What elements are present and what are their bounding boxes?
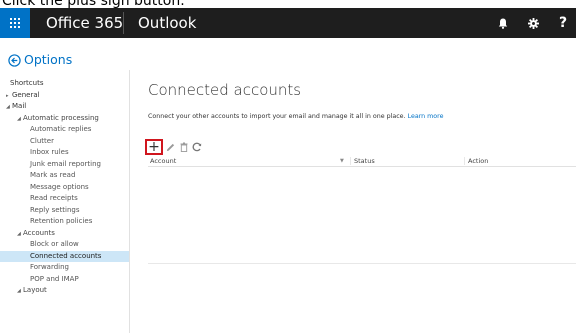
top-bar: Office 365 Outlook ? [0,8,576,38]
settings-button[interactable] [518,8,548,38]
nav-item-label: Message options [30,182,89,191]
column-separator [350,157,351,165]
options-title: Options [24,52,73,67]
app-title[interactable]: Outlook [138,8,196,38]
nav-item[interactable]: Mark as read [0,170,130,182]
nav-item[interactable]: ◢ Layout [0,285,130,297]
nav-item[interactable]: Junk email reporting [0,159,130,171]
nav-item-label: Junk email reporting [30,159,101,168]
nav-item[interactable]: Block or allow [0,239,130,251]
nav-item-label: Block or allow [30,240,79,248]
column-separator [464,157,465,165]
nav-item-label: General [12,90,40,99]
nav-item-label: Layout [23,286,47,294]
learn-more-link[interactable]: Learn more [408,113,444,120]
delete-button[interactable] [178,141,189,153]
nav-item[interactable]: ◢ Mail [0,101,130,113]
nav-item[interactable]: Retention policies [0,216,130,228]
brand-name[interactable]: Office 365 [46,8,123,38]
refresh-button[interactable] [191,141,202,153]
nav-item-label: Read receipts [30,194,78,202]
nav-item-label: Automatic processing [23,113,99,122]
accounts-toolbar: + [145,139,202,155]
add-account-button[interactable]: + [145,139,163,155]
nav-item-label: POP and IMAP [30,274,79,283]
accounts-table-header: Account ▼ Status Action [148,156,576,167]
nav-item[interactable]: Message options [0,182,130,194]
nav-item-label: Mail [12,102,27,110]
options-back-link[interactable]: Options [8,52,72,68]
nav-item-label: Retention policies [30,217,93,225]
options-navigation: Shortcuts ▸ General ◢ Mail ◢ Automatic process… [0,78,130,297]
page-description: Connect your other accounts to import yo… [148,112,443,122]
column-status[interactable]: Status [354,156,375,166]
nav-item-label: Connected accounts [30,251,102,260]
nav-item-label: Mark as read [30,171,76,179]
nav-item-label: Shortcuts [10,79,44,87]
nav-item[interactable]: Inbox rules [0,147,130,159]
edit-button[interactable] [165,141,176,153]
trash-icon [180,142,187,152]
nav-item[interactable]: POP and IMAP [0,274,130,286]
description-text: Connect your other accounts to import yo… [148,113,406,120]
nav-item-label: Clutter [30,136,54,145]
page-title: Connected accounts [148,81,302,99]
app-launcher-button[interactable] [0,8,30,38]
nav-item[interactable]: Shortcuts [0,78,130,90]
column-account[interactable]: Account [150,156,176,166]
column-action[interactable]: Action [468,156,488,166]
nav-item[interactable]: Read receipts [0,193,130,205]
help-button[interactable]: ? [548,8,576,38]
nav-item-label: Accounts [23,228,55,237]
nav-item[interactable]: ▸ General [0,90,130,102]
topbar-separator [123,12,124,34]
notifications-button[interactable] [488,8,518,38]
table-bottom-border [148,263,576,264]
waffle-icon [10,18,20,28]
back-arrow-icon [8,53,21,67]
nav-item[interactable]: ◢ Accounts [0,228,130,240]
nav-divider [129,70,130,333]
sort-down-icon[interactable]: ▼ [340,156,344,166]
nav-item[interactable]: Reply settings [0,205,130,217]
nav-item-label: Inbox rules [30,148,69,156]
nav-item-label: Automatic replies [30,125,92,133]
nav-item[interactable]: Clutter [0,136,130,148]
nav-item[interactable]: ◢ Automatic processing [0,113,130,125]
pencil-icon [166,143,175,151]
gear-icon [527,17,539,29]
nav-item-label: Forwarding [30,263,69,271]
nav-item[interactable]: Connected accounts [0,250,130,262]
bell-icon [498,18,508,29]
nav-item[interactable]: Automatic replies [0,124,130,136]
nav-item-label: Reply settings [30,205,80,214]
refresh-icon [192,142,201,152]
nav-item[interactable]: Forwarding [0,262,130,274]
instruction-text: Click the plus sign button. [2,0,185,9]
plus-icon: + [148,139,160,155]
